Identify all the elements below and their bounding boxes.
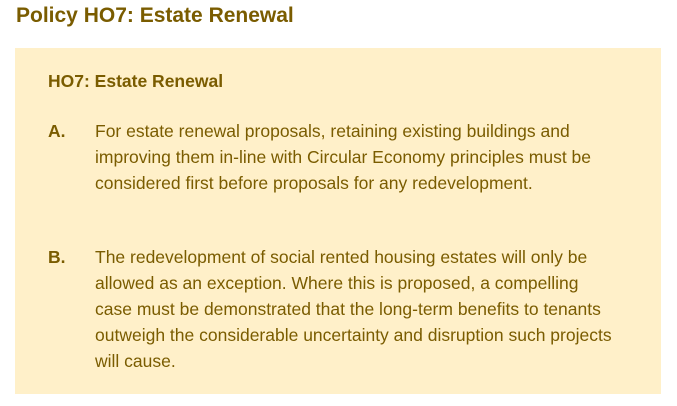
item-label: B.: [48, 247, 66, 267]
item-text: For estate renewal proposals, retaining …: [95, 121, 592, 193]
item-text: The redevelopment of social rented housi…: [95, 247, 612, 371]
item-label: A.: [48, 121, 66, 141]
policy-heading: HO7: Estate Renewal: [48, 71, 224, 91]
policy-item-b: B. The redevelopment of social rented ho…: [48, 244, 618, 374]
policy-box: HO7: Estate Renewal A. For estate renewa…: [15, 48, 661, 394]
policy-item-a: A. For estate renewal proposals, retaini…: [48, 118, 618, 196]
page-title: Policy HO7: Estate Renewal: [16, 4, 294, 27]
